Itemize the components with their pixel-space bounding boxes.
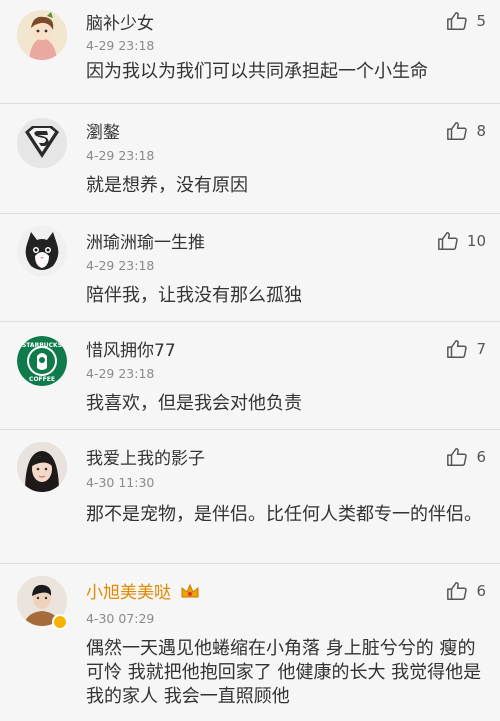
- cartoon-girl-avatar[interactable]: [17, 10, 67, 60]
- comment-text: 因为我以为我们可以共同承担起一个小生命: [86, 61, 428, 82]
- comment-text: 偶然一天遇见他蜷缩在小角落 身上脏兮兮的 瘦的可怜 我就把他抱回家了 他健康的长…: [86, 638, 482, 707]
- comment-text: 我喜欢，但是我会对他负责: [86, 393, 302, 414]
- username[interactable]: 瀏鏊: [86, 118, 120, 143]
- comment-list: 脑补少女 4-29 23:18 5 因为我以为我们可以共同承担起一个小生命 瀏鏊…: [0, 0, 500, 721]
- like-button[interactable]: 6: [446, 580, 486, 602]
- thumbs-up-icon: [447, 448, 468, 466]
- comment-item: 脑补少女 4-29 23:18 5 因为我以为我们可以共同承担起一个小生命: [0, 0, 500, 104]
- comment-item: STARBUCKS COFFEE 惜风拥你77 4-29 23:18 7 我喜欢…: [0, 322, 500, 430]
- like-button[interactable]: 10: [437, 230, 486, 252]
- comment-text: 就是想养，没有原因: [86, 175, 248, 196]
- thumbs-up-icon: [447, 582, 468, 600]
- logo-text-bottom: COFFEE: [29, 376, 55, 383]
- superman-logo-avatar[interactable]: [17, 118, 67, 168]
- username[interactable]: 我爱上我的影子: [86, 444, 205, 469]
- username[interactable]: 洲瑜洲瑜一生推: [86, 228, 205, 253]
- like-count: 6: [476, 448, 486, 466]
- like-count: 10: [466, 232, 486, 250]
- girl-photo-avatar[interactable]: [17, 442, 67, 492]
- comment-text: 陪伴我，让我没有那么孤独: [86, 285, 302, 306]
- like-count: 7: [476, 340, 486, 358]
- thumbs-up-icon: [447, 122, 468, 140]
- timestamp: 4-30 07:29: [86, 611, 155, 626]
- username[interactable]: 脑补少女: [86, 9, 154, 34]
- like-count: 8: [476, 122, 486, 140]
- timestamp: 4-29 23:18: [86, 258, 155, 273]
- cat-avatar[interactable]: [17, 226, 67, 276]
- like-button[interactable]: 7: [446, 338, 486, 360]
- like-count: 5: [476, 12, 486, 30]
- username[interactable]: 惜风拥你77: [86, 336, 176, 361]
- comment-item: 我爱上我的影子 4-30 11:30 6 那不是宠物，是伴侣。比任何人类都专一的…: [0, 430, 500, 564]
- comment-item: 小旭美美哒 4-30 07:29 6 偶然一天遇见他蜷缩在小角落 身上脏兮兮的 …: [0, 564, 500, 721]
- like-button[interactable]: 5: [446, 10, 486, 32]
- comment-text: 那不是宠物，是伴侣。比任何人类都专一的伴侣。: [86, 504, 482, 525]
- like-button[interactable]: 8: [446, 120, 486, 142]
- like-count: 6: [476, 582, 486, 600]
- verified-badge-icon: [52, 614, 68, 630]
- thumbs-up-icon: [447, 340, 468, 358]
- username-vip[interactable]: 小旭美美哒: [86, 578, 200, 603]
- starbucks-logo-avatar[interactable]: STARBUCKS COFFEE: [17, 336, 67, 386]
- timestamp: 4-30 11:30: [86, 475, 155, 490]
- like-button[interactable]: 6: [446, 446, 486, 468]
- vip-crown-icon: [181, 583, 199, 598]
- username[interactable]: 小旭美美哒: [86, 583, 171, 603]
- timestamp: 4-29 23:18: [86, 38, 155, 53]
- logo-text-top: STARBUCKS: [22, 342, 62, 349]
- thumbs-up-icon: [438, 232, 458, 250]
- comment-item: 洲瑜洲瑜一生推 4-29 23:18 10 陪伴我，让我没有那么孤独: [0, 214, 500, 322]
- timestamp: 4-29 23:18: [86, 148, 155, 163]
- thumbs-up-icon: [447, 12, 468, 30]
- timestamp: 4-29 23:18: [86, 366, 155, 381]
- comment-item: 瀏鏊 4-29 23:18 8 就是想养，没有原因: [0, 104, 500, 214]
